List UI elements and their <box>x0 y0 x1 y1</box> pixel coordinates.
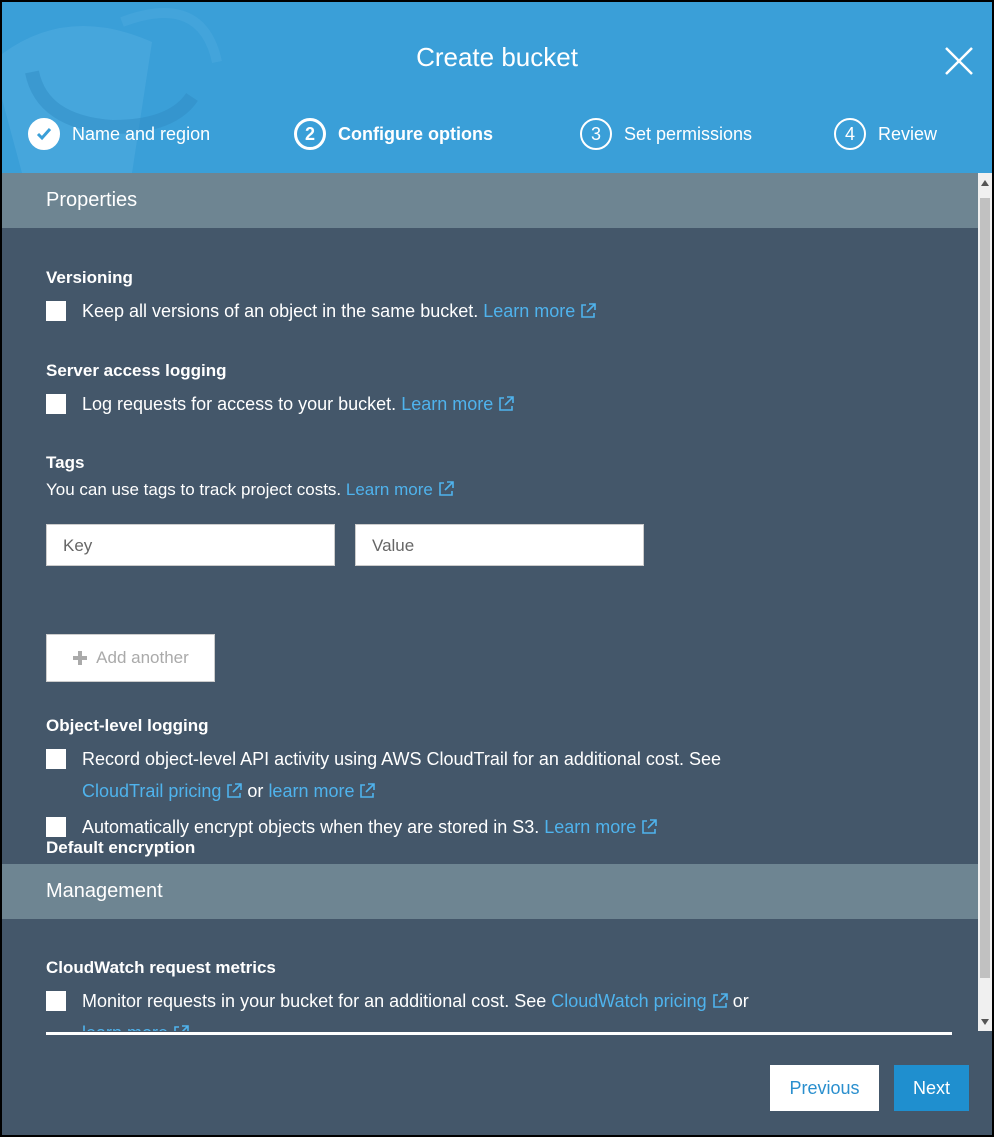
versioning-learn-more-link[interactable]: Learn more <box>483 301 597 321</box>
step-number: 3 <box>580 118 612 150</box>
properties-section-header: Properties <box>2 173 978 228</box>
step-number: 2 <box>294 118 326 150</box>
create-bucket-dialog: Create bucket Name and region 2 Configur… <box>0 0 994 1137</box>
plus-icon <box>73 651 88 665</box>
object-level-logging-checkbox[interactable] <box>46 749 66 769</box>
wizard-steps: Name and region 2 Configure options 3 Se… <box>2 118 992 154</box>
external-link-icon <box>581 303 597 318</box>
external-link-icon <box>174 1025 189 1031</box>
check-circle-icon <box>28 118 60 150</box>
object-logging-learn-more-link[interactable]: learn more <box>268 781 376 801</box>
dialog-content: Properties Versioning Keep all versions … <box>2 173 978 1031</box>
management-section-header: Management <box>2 864 978 919</box>
scroll-down-icon[interactable] <box>981 1019 989 1025</box>
server-access-logging-row: Log requests for access to your bucket. … <box>46 391 515 417</box>
step-label: Set permissions <box>624 123 753 144</box>
or-text: or <box>732 991 749 1011</box>
versioning-checkbox[interactable] <box>46 301 66 321</box>
tag-key-input[interactable]: Key <box>46 524 335 566</box>
add-another-label: Add another <box>96 648 189 667</box>
cloudtrail-pricing-link[interactable]: CloudTrail pricing <box>82 781 243 801</box>
step-name-and-region[interactable]: Name and region <box>28 118 210 150</box>
step-label: Name and region <box>72 123 211 144</box>
versioning-text: Keep all versions of an object in the sa… <box>82 301 479 321</box>
add-another-tag-button[interactable]: Add another <box>46 634 215 682</box>
tag-value-input[interactable]: Value <box>355 524 644 566</box>
previous-button[interactable]: Previous <box>770 1065 879 1111</box>
external-link-icon <box>642 819 658 834</box>
versioning-title: Versioning <box>46 268 133 287</box>
default-encryption-row: Automatically encrypt objects when they … <box>46 814 658 840</box>
dialog-title: Create bucket <box>416 42 578 72</box>
server-access-logging-text: Log requests for access to your bucket. <box>82 394 397 414</box>
tags-title: Tags <box>46 453 85 472</box>
dialog-footer: Previous Next <box>2 1035 992 1135</box>
next-button[interactable]: Next <box>894 1065 969 1111</box>
close-icon[interactable] <box>942 44 976 78</box>
tags-learn-more-link[interactable]: Learn more <box>346 480 454 499</box>
cloudwatch-metrics-row: Monitor requests in your bucket for an a… <box>46 988 866 1031</box>
server-access-logging-checkbox[interactable] <box>46 394 66 414</box>
cloudwatch-metrics-text: Monitor requests in your bucket for an a… <box>82 991 547 1011</box>
tags-help-row: You can use tags to track project costs.… <box>46 480 454 500</box>
step-label: Configure options <box>338 123 493 144</box>
cloudwatch-learn-more-link[interactable]: learn more <box>82 1023 189 1031</box>
object-level-logging-row: Record object-level API activity using A… <box>46 746 846 807</box>
default-encryption-title: Default encryption <box>46 838 196 857</box>
versioning-row: Keep all versions of an object in the sa… <box>46 298 597 324</box>
external-link-icon <box>227 783 243 798</box>
cloudwatch-metrics-checkbox[interactable] <box>46 991 66 1011</box>
object-level-logging-title: Object-level logging <box>46 716 209 735</box>
step-set-permissions[interactable]: 3 Set permissions <box>580 118 752 150</box>
default-encryption-learn-more-link[interactable]: Learn more <box>544 817 658 837</box>
server-access-logging-learn-more-link[interactable]: Learn more <box>401 394 515 414</box>
step-review[interactable]: 4 Review <box>834 118 937 150</box>
external-link-icon <box>499 396 515 411</box>
external-link-icon <box>439 481 454 496</box>
object-level-logging-text: Record object-level API activity using A… <box>82 749 721 769</box>
default-encryption-checkbox[interactable] <box>46 817 66 837</box>
step-configure-options[interactable]: 2 Configure options <box>294 118 493 150</box>
server-access-logging-title: Server access logging <box>46 361 227 380</box>
cloudwatch-pricing-link[interactable]: CloudWatch pricing <box>551 991 728 1011</box>
properties-section: Versioning Keep all versions of an objec… <box>2 228 978 864</box>
step-number: 4 <box>834 118 866 150</box>
external-link-icon <box>712 993 728 1008</box>
external-link-icon <box>360 783 376 798</box>
step-label: Review <box>878 123 938 144</box>
or-text: or <box>247 781 264 801</box>
scroll-thumb[interactable] <box>980 198 990 978</box>
cloudwatch-metrics-title: CloudWatch request metrics <box>46 958 276 977</box>
scroll-up-icon[interactable] <box>981 180 989 186</box>
default-encryption-text: Automatically encrypt objects when they … <box>82 817 540 837</box>
content-scrollbar[interactable] <box>978 173 992 1031</box>
dialog-header: Create bucket Name and region 2 Configur… <box>2 2 992 173</box>
tags-help-text: You can use tags to track project costs. <box>46 480 342 499</box>
